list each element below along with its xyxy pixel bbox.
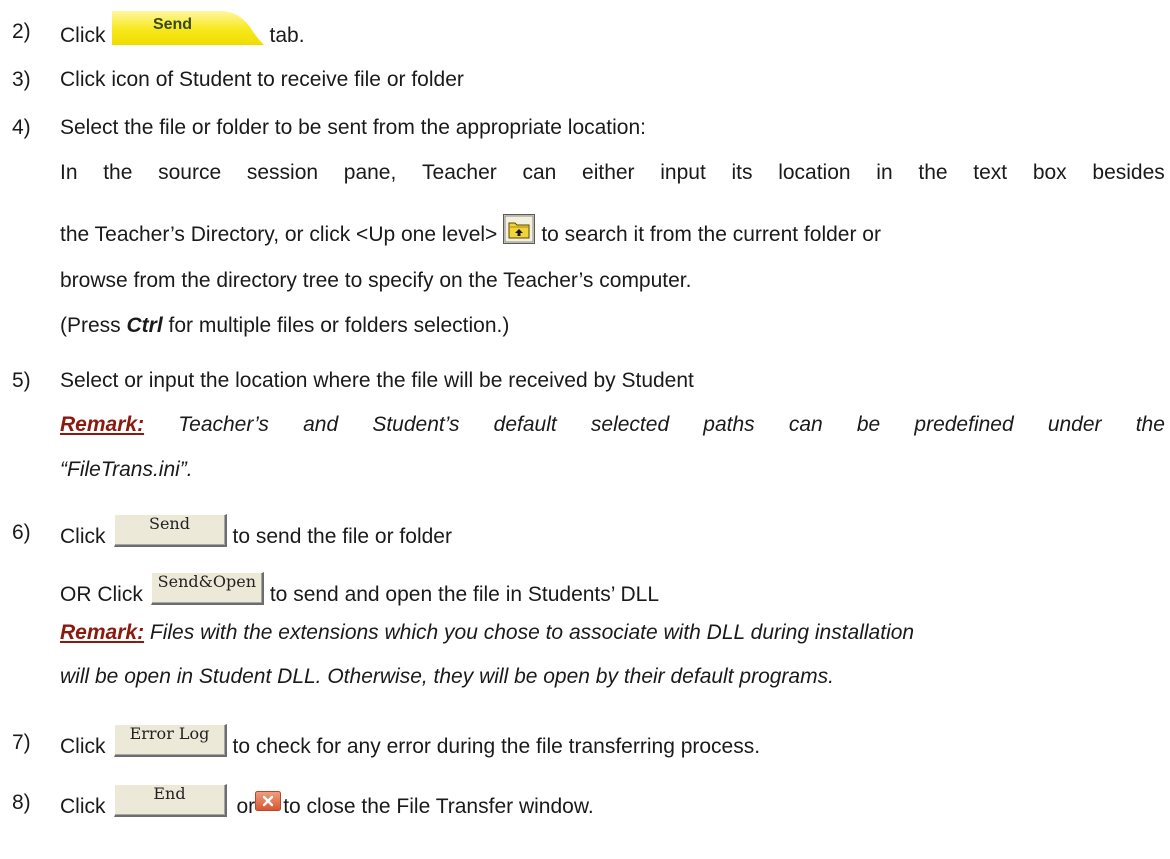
step-text: Click	[60, 524, 106, 548]
send-tab[interactable]: Send	[111, 11, 264, 45]
step-text: Click	[60, 24, 106, 47]
send-button[interactable]: Send	[113, 514, 227, 547]
step-text: Click	[60, 794, 106, 818]
step-text: or	[236, 794, 256, 818]
send-button-label: Send	[149, 514, 190, 533]
step-text: the Teacher’s Directory, or click <Up on…	[60, 223, 498, 246]
remark-text: “FileTrans.ini”.	[60, 458, 193, 481]
word: the	[1135, 413, 1165, 436]
word: Teacher	[422, 161, 497, 184]
word: under	[1047, 413, 1102, 436]
end-button[interactable]: End	[113, 784, 227, 817]
remark-colon: :	[137, 413, 145, 436]
word: the	[103, 161, 133, 184]
step-text: tab.	[269, 24, 305, 47]
step-text: Select the file or folder to be sent fro…	[60, 116, 647, 139]
step-text: to send the file or folder	[232, 524, 452, 548]
word: be	[856, 413, 881, 436]
folder-up-icon[interactable]	[503, 214, 536, 244]
close-window-icon[interactable]	[255, 790, 282, 811]
step-text: to send and open the file in Students’ D…	[269, 582, 660, 606]
remark-text: will be open in Student DLL. Otherwise, …	[60, 665, 834, 688]
word: source	[158, 161, 222, 184]
step-number: 4)	[12, 116, 31, 139]
word: Teacher’s	[178, 413, 269, 436]
word: can	[788, 413, 823, 436]
step-number: 7)	[12, 731, 31, 754]
remark-text: Files with the extensions which you chos…	[144, 621, 915, 644]
step-text: for multiple files or folders selection.…	[162, 314, 510, 337]
send-and-open-button-label: Send&Open	[157, 572, 257, 591]
word: In	[60, 161, 78, 184]
step-text: Select or input the location where the f…	[60, 369, 694, 392]
word: the	[918, 161, 948, 184]
word: box	[1032, 161, 1067, 184]
word: paths	[703, 413, 755, 436]
word: text	[973, 161, 1008, 184]
step-number: 8)	[12, 791, 31, 814]
word: in	[876, 161, 893, 184]
step-text: (Press	[60, 314, 127, 337]
remark-colon: :	[137, 621, 145, 644]
remark-text: Remark: Teacher’s and Student’s default selec…	[60, 412, 1165, 438]
step-text: to search it from the current folder or	[541, 223, 881, 246]
step-text: Click icon of Student to receive file or…	[60, 68, 464, 91]
word: besides	[1092, 161, 1165, 184]
remark-label-group: Remark:	[60, 412, 144, 438]
justified-text: In the source session pane, Teacher can either i…	[60, 160, 1165, 186]
word: pane,	[343, 161, 397, 184]
step-text: to close the File Transfer window.	[283, 794, 594, 818]
word: and	[303, 413, 339, 436]
word: either	[582, 161, 635, 184]
send-and-open-button[interactable]: Send&Open	[150, 572, 264, 605]
word: selected	[590, 413, 670, 436]
step-text: browse from the directory tree to specif…	[60, 269, 692, 292]
step-text: to check for any error during the file t…	[232, 734, 761, 758]
remark-label: Remark	[60, 621, 138, 644]
word: session	[246, 161, 319, 184]
error-log-button-label: Error Log	[129, 724, 210, 743]
send-tab-label: Send	[152, 16, 193, 33]
word: can	[522, 161, 557, 184]
step-number: 6)	[12, 521, 31, 544]
step-number: 2)	[12, 20, 31, 43]
ctrl-key-label: Ctrl	[126, 314, 163, 337]
word: location	[778, 161, 851, 184]
word: its	[731, 161, 753, 184]
word: predefined	[914, 413, 1014, 436]
word: input	[660, 161, 706, 184]
remark-label: Remark	[60, 413, 138, 436]
end-button-label: End	[153, 784, 186, 803]
step-text: OR Click	[60, 582, 143, 606]
word: Student’s	[372, 413, 460, 436]
step-number: 5)	[12, 369, 31, 392]
error-log-button[interactable]: Error Log	[113, 724, 227, 757]
step-number: 3)	[12, 68, 31, 91]
word: default	[493, 413, 557, 436]
step-text: Click	[60, 734, 106, 758]
